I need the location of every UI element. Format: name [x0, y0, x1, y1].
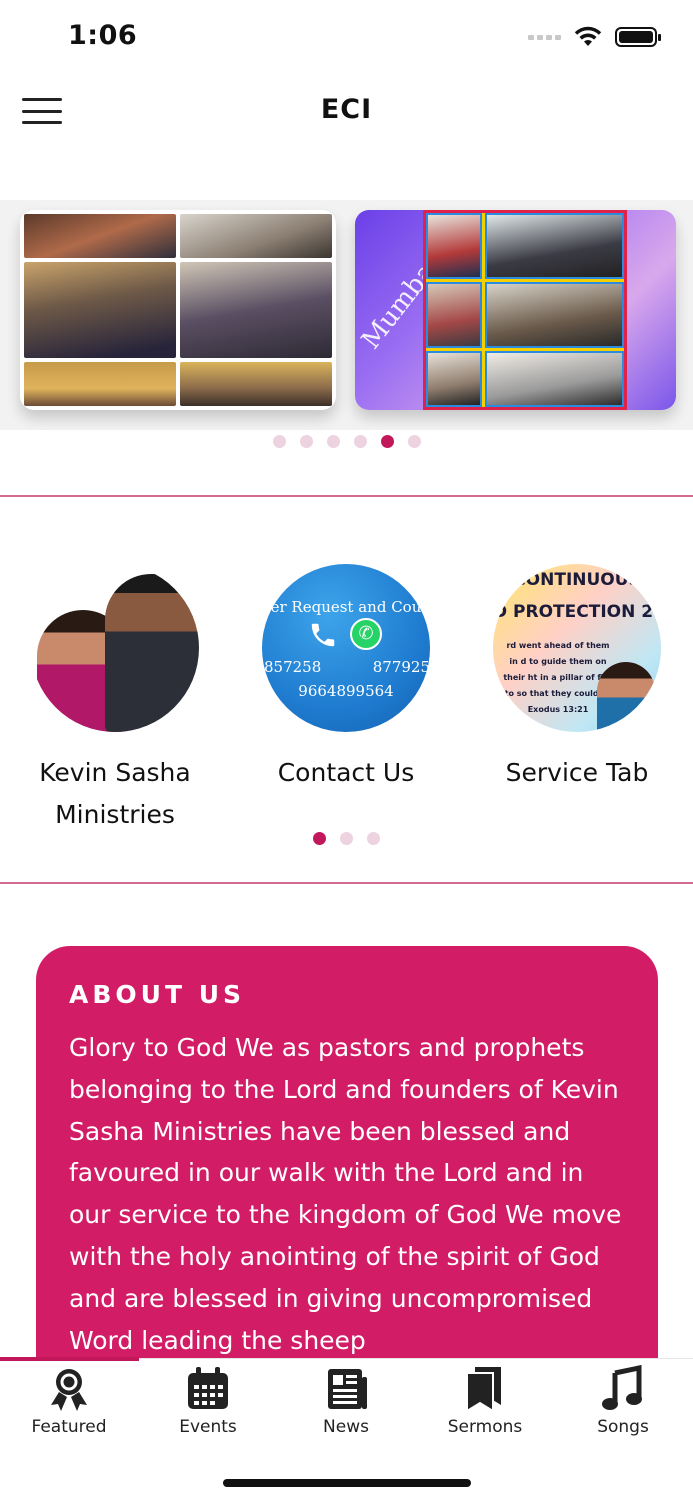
service-image: CONTINUOUS D PROTECTION 20 rd went ahead…	[493, 564, 661, 732]
shortcut-kevin-sasha-ministries[interactable]: Kevin Sasha Ministries	[0, 560, 230, 836]
page-dot[interactable]	[340, 832, 353, 845]
photo-collage	[24, 214, 332, 406]
contact-image-text: 9664899564	[298, 682, 394, 700]
tab-news[interactable]: News	[277, 1359, 415, 1449]
phone-icon	[311, 623, 335, 647]
shortcut-label: Service Tab	[505, 758, 649, 787]
status-time: 1:06	[68, 20, 138, 51]
wifi-icon	[574, 26, 602, 46]
page-dot[interactable]	[367, 832, 380, 845]
tab-label: Sermons	[447, 1417, 523, 1437]
tab-label: News	[323, 1417, 369, 1437]
contact-image: er Request and Cou ✆ 857258 877925 96648…	[262, 564, 430, 732]
banner-slide-1[interactable]	[20, 210, 336, 410]
shortcut-service-tab[interactable]: CONTINUOUS D PROTECTION 20 rd went ahead…	[462, 560, 692, 794]
banner-slide-2[interactable]: Mumbai	[355, 210, 676, 410]
home-indicator[interactable]	[223, 1479, 471, 1487]
section-divider	[0, 495, 693, 497]
shortcut-page-indicator[interactable]	[313, 832, 380, 845]
bookmarks-icon	[466, 1367, 501, 1413]
page-dot[interactable]	[327, 435, 340, 448]
calendar-icon	[188, 1367, 228, 1409]
about-heading: ABOUT US	[69, 980, 246, 1009]
shortcut-label: Kevin Sasha Ministries	[39, 758, 191, 829]
shortcut-contact-us[interactable]: er Request and Cou ✆ 857258 877925 96648…	[231, 560, 461, 794]
page-dot-active[interactable]	[313, 832, 326, 845]
about-body: Glory to God We as pastors and prophets …	[69, 1033, 622, 1355]
contact-image-text: 877925	[372, 658, 430, 676]
whatsapp-icon: ✆	[350, 618, 382, 650]
tab-events[interactable]: Events	[139, 1359, 277, 1449]
shortcut-label: Contact Us	[277, 758, 415, 787]
section-divider	[0, 882, 693, 884]
tab-songs[interactable]: Songs	[554, 1359, 692, 1449]
ministries-avatar	[31, 564, 199, 732]
page-dot[interactable]	[300, 435, 313, 448]
newspaper-icon	[328, 1369, 367, 1409]
page-title: ECI	[320, 94, 373, 125]
app-header: ECI	[0, 76, 693, 146]
tab-sermons[interactable]: Sermons	[416, 1359, 554, 1449]
cellular-signal-icon	[528, 34, 561, 40]
banner-carousel[interactable]: Mumbai	[0, 200, 693, 470]
contact-image-text: er Request and Cou	[270, 598, 422, 616]
tab-featured[interactable]: Featured	[0, 1359, 138, 1449]
tab-label: Events	[179, 1417, 237, 1437]
page-dot[interactable]	[408, 435, 421, 448]
page-dot[interactable]	[354, 435, 367, 448]
status-bar: 1:06	[0, 0, 693, 76]
award-icon	[51, 1369, 87, 1411]
banner-page-indicator[interactable]	[273, 435, 421, 448]
service-image-text: CONTINUOUS	[513, 570, 641, 590]
music-note-icon	[602, 1365, 642, 1410]
tab-label: Songs	[597, 1417, 649, 1437]
bottom-tab-bar: Featured Events News Sermons Songs	[0, 1357, 693, 1500]
shortcuts-carousel[interactable]: Kevin Sasha Ministries er Request and Co…	[0, 560, 693, 860]
page-dot-active[interactable]	[381, 435, 394, 448]
banner-track: Mumbai	[0, 200, 693, 430]
service-image-text: D PROTECTION 20	[493, 602, 661, 622]
photo-collage	[423, 210, 627, 410]
battery-icon	[615, 27, 661, 47]
page-dot[interactable]	[273, 435, 286, 448]
status-icons	[528, 26, 661, 48]
tab-label: Featured	[31, 1417, 107, 1437]
